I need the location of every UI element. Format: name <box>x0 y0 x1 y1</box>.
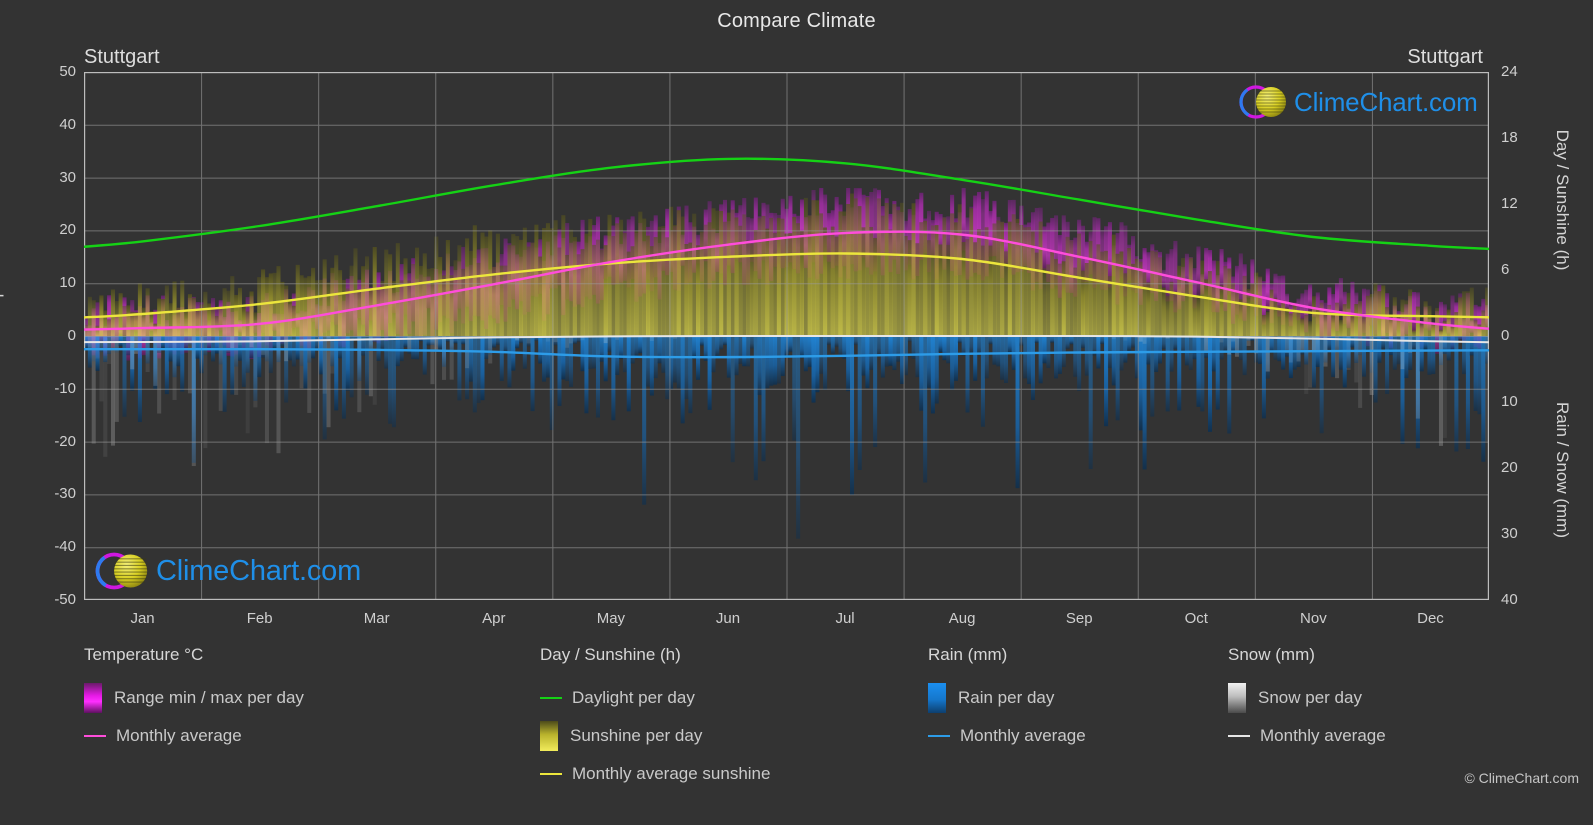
x-tick-may: May <box>596 610 626 627</box>
legend-item[interactable]: Monthly average <box>928 717 1086 755</box>
legend-item-label: Daylight per day <box>572 688 695 707</box>
legend-group-heading: Snow (mm) <box>1228 645 1315 664</box>
legend-item[interactable]: Monthly average sunshine <box>540 755 770 793</box>
y-tick-left: 50 <box>59 63 76 80</box>
page-title: Compare Climate <box>717 10 876 32</box>
legend-group-snow-mm-: Snow (mm) Snow per day Monthly average <box>1228 645 1386 755</box>
x-tick-jul: Jul <box>835 610 855 627</box>
legend-swatch-icon <box>540 721 558 751</box>
y-tick-left: -50 <box>54 591 76 608</box>
x-tick-nov: Nov <box>1300 610 1327 627</box>
legend-group-heading: Rain (mm) <box>928 645 1008 664</box>
x-tick-oct: Oct <box>1184 610 1208 627</box>
x-tick-aug: Aug <box>948 610 976 627</box>
y-tick-left: -40 <box>54 538 76 556</box>
copyright-text: © ClimeChart.com <box>1464 770 1579 786</box>
legend-group-heading: Day / Sunshine (h) <box>540 645 681 664</box>
location-label-left: Stuttgart <box>84 46 160 68</box>
legend-group-heading: Temperature °C <box>84 645 204 664</box>
legend-swatch-icon <box>1228 683 1246 713</box>
y-tick-left: 30 <box>59 168 76 186</box>
watermark-text-top: ClimeChart.com <box>1294 86 1478 117</box>
climechart-logo-icon <box>95 552 148 590</box>
climate-plot-svg <box>84 72 1489 600</box>
y-tick-right-bottom: 30 <box>1501 525 1518 542</box>
legend-item-label: Monthly average <box>1260 726 1386 745</box>
y-tick-left: 40 <box>59 115 76 133</box>
y-tick-left: 20 <box>59 221 76 239</box>
legend-group-rain-mm-: Rain (mm) Rain per day Monthly average <box>928 645 1086 755</box>
axis-title-temperature: Temperature °C <box>0 210 4 330</box>
y-tick-right-top: 18 <box>1501 129 1518 146</box>
legend-item[interactable]: Range min / max per day <box>84 679 304 717</box>
legend-item-label: Sunshine per day <box>570 726 703 745</box>
legend-item[interactable]: Sunshine per day <box>540 717 770 755</box>
x-tick-feb: Feb <box>246 610 273 627</box>
legend-swatch-icon <box>928 683 946 713</box>
axis-title-day-sunshine: Day / Sunshine (h) <box>1553 129 1572 271</box>
y-tick-right-top: 12 <box>1501 195 1518 212</box>
climechart-logo-icon <box>1239 85 1286 119</box>
legend-swatch-icon <box>84 683 102 713</box>
x-tick-mar: Mar <box>363 610 390 627</box>
legend-item[interactable]: Rain per day <box>928 679 1086 717</box>
legend-item-label: Snow per day <box>1258 688 1362 707</box>
legend-line-icon <box>1228 735 1250 737</box>
legend-item-label: Monthly average <box>960 726 1086 745</box>
plot-area <box>84 72 1489 600</box>
y-tick-left: -10 <box>54 379 76 397</box>
x-tick-dec: Dec <box>1417 610 1444 627</box>
y-tick-right-bottom: 20 <box>1501 459 1518 476</box>
legend-item[interactable]: Monthly average <box>84 717 304 755</box>
watermark-text-bottom: ClimeChart.com <box>156 554 362 587</box>
watermark-logo-top: ClimeChart.com <box>1236 82 1478 122</box>
legend-group-day-sunshine-h-: Day / Sunshine (h) Daylight per day Sunshi… <box>540 645 770 793</box>
y-tick-left: 0 <box>67 327 76 344</box>
climate-chart-page: Compare Climate Stuttgart Stuttgart Temp… <box>0 0 1593 825</box>
y-tick-left: 10 <box>59 274 76 292</box>
legend-item-label: Rain per day <box>958 688 1055 707</box>
legend-line-icon <box>540 773 562 775</box>
y-tick-right-top: 24 <box>1501 63 1518 80</box>
legend-item[interactable]: Snow per day <box>1228 679 1386 717</box>
legend-item[interactable]: Monthly average <box>1228 717 1386 755</box>
y-tick-left: -30 <box>54 485 76 503</box>
axis-title-rain-snow: Rain / Snow (mm) <box>1553 401 1572 539</box>
x-tick-sep: Sep <box>1065 610 1093 627</box>
x-tick-apr: Apr <box>482 610 506 627</box>
y-tick-left: -20 <box>54 432 76 450</box>
legend-item-label: Monthly average sunshine <box>572 764 771 783</box>
y-tick-right-bottom: 40 <box>1501 591 1518 608</box>
legend-item-label: Range min / max per day <box>114 688 304 707</box>
y-tick-right-top: 6 <box>1501 261 1510 278</box>
x-tick-jan: Jan <box>130 610 155 627</box>
legend-line-icon <box>540 697 562 699</box>
watermark-logo-bottom: ClimeChart.com <box>92 548 361 594</box>
legend-line-icon <box>928 735 950 737</box>
x-tick-jun: Jun <box>715 610 741 627</box>
chart-legend: Temperature °C Range min / max per day Mon… <box>0 645 1593 825</box>
y-tick-right-bottom: 10 <box>1501 393 1518 410</box>
y-tick-right-top: 0 <box>1501 327 1510 344</box>
legend-item-label: Monthly average <box>116 726 242 745</box>
legend-group-temperature-c: Temperature °C Range min / max per day Mon… <box>84 645 304 755</box>
legend-item[interactable]: Daylight per day <box>540 679 770 717</box>
legend-line-icon <box>84 735 106 737</box>
location-label-right: Stuttgart <box>1407 46 1483 68</box>
